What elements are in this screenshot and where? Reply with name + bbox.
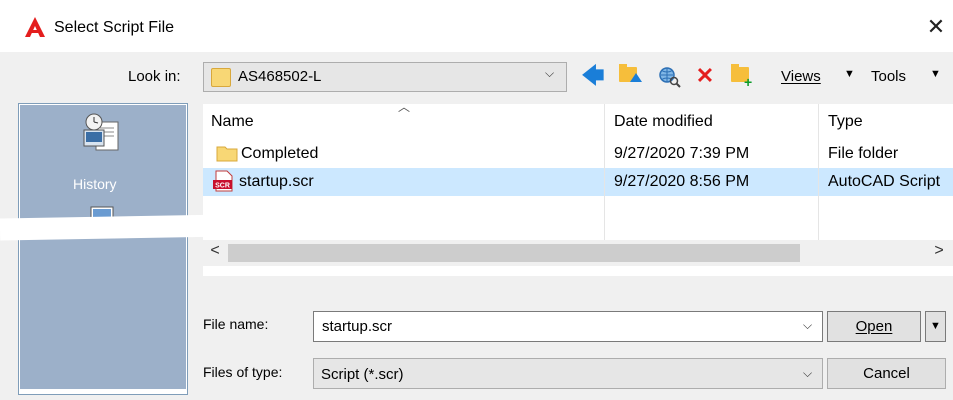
file-date: 9/27/2020 8:56 PM [614,173,750,190]
open-options-button[interactable]: ▼ [925,311,946,342]
open-button-label: Open [855,318,893,335]
column-header-date[interactable]: Date modified [614,113,713,131]
scroll-left-icon[interactable]: < [205,242,225,264]
autocad-logo-icon [25,17,45,37]
file-name[interactable]: Completed [241,145,318,163]
folder-icon [211,68,231,87]
look-in-value: AS468502-L [238,68,322,85]
back-arrow-icon[interactable]: 🡄 [580,61,606,91]
column-header-type[interactable]: Type [828,113,863,131]
scrollbar-thumb[interactable] [228,244,800,262]
svg-text:SCR: SCR [215,183,230,190]
views-dropdown-icon[interactable]: ▼ [844,68,855,80]
tools-menu[interactable]: Tools [871,68,906,85]
cancel-button[interactable]: Cancel [827,358,946,389]
look-in-label: Look in: [128,68,181,85]
column-divider [818,104,819,240]
open-button[interactable]: Open [827,311,921,342]
places-item-label: History [73,176,117,192]
chevron-down-icon[interactable]: ⌵ [803,366,812,381]
column-divider [604,104,605,240]
chevron-down-icon[interactable]: ⌵ [545,66,554,81]
search-web-icon[interactable] [656,61,682,91]
file-date: 9/27/2020 7:39 PM [614,145,750,162]
files-of-type-value: Script (*.scr) [321,366,404,383]
scroll-right-icon[interactable]: > [929,242,949,264]
sort-ascending-icon: ︿ [398,100,411,114]
dialog-title: Select Script File [54,19,175,36]
new-folder-icon[interactable]: + [728,61,754,91]
file-type: AutoCAD Script [828,173,941,190]
file-name-input[interactable] [313,311,823,342]
file-name-label: File name: [203,316,269,332]
up-folder-icon[interactable] [616,61,642,91]
file-name[interactable]: startup.scr [239,173,314,191]
file-type: File folder [828,145,899,162]
delete-icon[interactable]: ✕ [692,61,718,91]
views-menu[interactable]: Views [781,68,821,85]
close-button[interactable]: ✕ [922,12,950,42]
folder-icon [216,146,238,162]
column-header-name[interactable]: Name [211,113,254,131]
script-file-icon: SCR [213,170,233,192]
files-of-type-label: Files of type: [203,364,283,380]
chevron-down-icon[interactable]: ⌵ [803,318,812,333]
history-icon [83,113,119,151]
tools-dropdown-icon[interactable]: ▼ [930,68,941,80]
